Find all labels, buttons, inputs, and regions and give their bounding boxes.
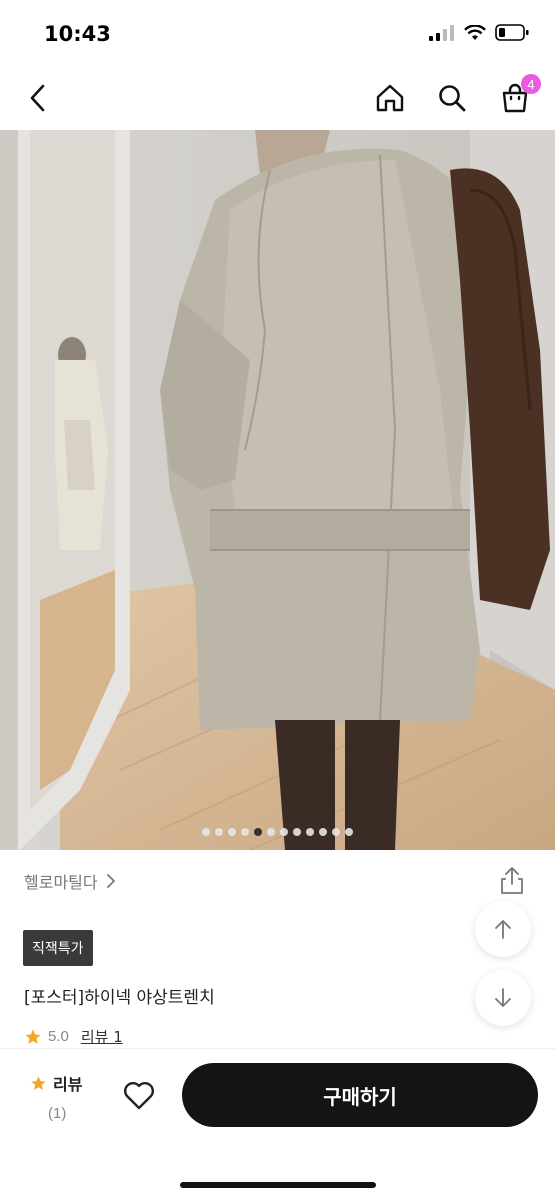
heart-icon bbox=[124, 1082, 154, 1110]
product-image-carousel[interactable] bbox=[0, 130, 555, 850]
review-link[interactable]: 리뷰 1 bbox=[81, 1026, 123, 1047]
star-icon bbox=[31, 1075, 46, 1090]
scroll-up-button[interactable] bbox=[475, 901, 531, 957]
cart-count-badge: 4 bbox=[521, 74, 541, 94]
cart-button[interactable]: 4 bbox=[497, 74, 541, 116]
product-photo bbox=[0, 130, 555, 850]
deal-badge: 직잭특가 bbox=[23, 930, 93, 966]
share-button[interactable] bbox=[497, 866, 527, 896]
share-icon bbox=[501, 867, 523, 894]
rating-row: 5.0 리뷰 1 bbox=[24, 1026, 123, 1047]
carousel-dot bbox=[228, 828, 236, 836]
carousel-dot bbox=[215, 828, 223, 836]
shop-link[interactable]: 헬로마틸다 bbox=[24, 869, 116, 893]
carousel-dot bbox=[332, 828, 340, 836]
carousel-dot bbox=[280, 828, 288, 836]
carousel-dot bbox=[202, 828, 210, 836]
rating-value: 5.0 bbox=[48, 1028, 69, 1045]
battery-icon bbox=[495, 24, 529, 41]
star-icon bbox=[25, 1029, 41, 1044]
carousel-dot bbox=[319, 828, 327, 836]
home-button[interactable] bbox=[372, 80, 408, 116]
status-icons bbox=[429, 24, 529, 41]
arrow-up-icon bbox=[495, 920, 511, 939]
carousel-dot bbox=[345, 828, 353, 836]
signal-icon bbox=[429, 24, 454, 41]
shop-row: 헬로마틸다 bbox=[24, 866, 531, 896]
carousel-dot bbox=[306, 828, 314, 836]
home-icon bbox=[376, 84, 404, 112]
carousel-dot bbox=[267, 828, 275, 836]
nav-bar: 4 bbox=[0, 66, 555, 130]
search-button[interactable] bbox=[434, 80, 470, 116]
review-count: (1) bbox=[48, 1105, 67, 1122]
carousel-dot bbox=[254, 828, 262, 836]
buy-button[interactable]: 구매하기 bbox=[182, 1063, 538, 1127]
carousel-dot bbox=[293, 828, 301, 836]
review-label: 리뷰 bbox=[53, 1075, 83, 1094]
status-time: 10:43 bbox=[44, 22, 111, 46]
review-summary[interactable]: 리뷰 (1) bbox=[30, 1071, 90, 1122]
bottom-action-bar: 리뷰 (1) 구매하기 bbox=[0, 1048, 555, 1200]
search-icon bbox=[439, 85, 466, 112]
wifi-icon bbox=[464, 24, 486, 40]
product-title: [포스터]하이넥 야상트렌치 bbox=[24, 988, 215, 1008]
chevron-right-icon bbox=[106, 874, 115, 888]
scroll-down-button[interactable] bbox=[475, 970, 531, 1026]
back-button[interactable] bbox=[20, 80, 56, 116]
shop-name: 헬로마틸다 bbox=[24, 873, 98, 892]
wishlist-button[interactable] bbox=[122, 1079, 156, 1113]
arrow-down-icon bbox=[495, 988, 511, 1007]
chevron-left-icon bbox=[30, 84, 45, 112]
carousel-dot bbox=[241, 828, 249, 836]
home-indicator bbox=[180, 1182, 376, 1188]
carousel-indicator bbox=[0, 828, 555, 836]
status-bar: 10:43 bbox=[0, 0, 555, 66]
